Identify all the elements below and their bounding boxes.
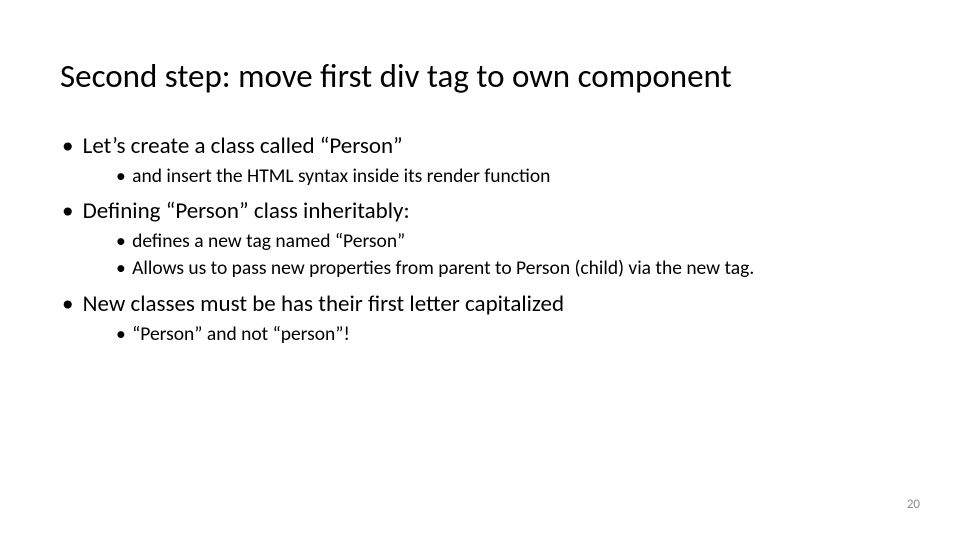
bullet-subitem: and insert the HTML syntax inside its re… xyxy=(116,164,900,189)
bullet-item: Defining “Person” class inheritably: xyxy=(80,197,900,227)
slide-title: Second step: move first div tag to own c… xyxy=(60,56,900,96)
bullet-item: Let’s create a class called “Person” xyxy=(80,132,900,162)
bullet-subitem: Allows us to pass new properties from pa… xyxy=(116,256,900,281)
bullet-item: New classes must be has their first lett… xyxy=(80,290,900,320)
slide-content: Second step: move first div tag to own c… xyxy=(0,0,960,347)
bullet-subitem: defines a new tag named “Person” xyxy=(116,229,900,254)
bullet-group-1: Let’s create a class called “Person” and… xyxy=(60,132,900,189)
bullet-group-3: New classes must be has their first lett… xyxy=(60,290,900,347)
bullet-group-2: Defining “Person” class inheritably: def… xyxy=(60,197,900,282)
page-number: 20 xyxy=(907,497,920,512)
bullet-subitem: “Person” and not “person”! xyxy=(116,322,900,347)
